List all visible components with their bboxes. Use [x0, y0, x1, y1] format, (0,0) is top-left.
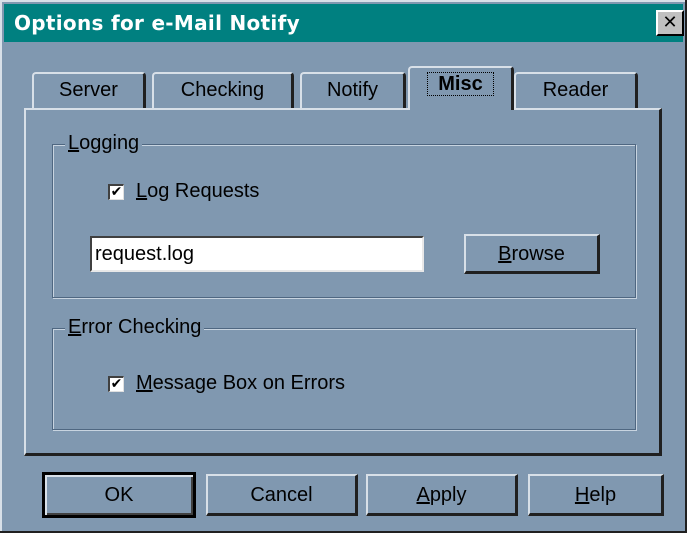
options-dialog: Options for e-Mail Notify ✕ Server Check…	[0, 0, 687, 533]
tab-reader[interactable]: Reader	[514, 72, 638, 108]
log-requests-checkbox[interactable]: ✔	[108, 183, 124, 200]
message-box-label: Message Box on Errors	[136, 372, 345, 394]
title-bar[interactable]: Options for e-Mail Notify ✕	[4, 4, 684, 42]
help-button[interactable]: Help	[528, 474, 664, 516]
error-checking-group-label: Error Checking	[65, 315, 205, 339]
logging-group: Logging	[52, 131, 636, 298]
ok-button[interactable]: OK	[42, 472, 196, 518]
tab-server[interactable]: Server	[32, 72, 146, 108]
tab-misc-label: Misc	[427, 72, 494, 96]
tab-notify[interactable]: Notify	[300, 72, 406, 108]
log-requests-checkbox-row[interactable]: ✔ Log Requests	[108, 180, 259, 203]
tab-server-label: Server	[59, 79, 118, 101]
log-filename-input[interactable]	[90, 236, 424, 272]
tab-misc[interactable]: Misc	[408, 66, 514, 110]
message-box-checkbox-row[interactable]: ✔ Message Box on Errors	[108, 372, 345, 395]
tab-checking-label: Checking	[180, 79, 265, 101]
misc-tab-panel: Logging ✔ Log Requests Browse Error Chec…	[24, 108, 662, 456]
check-mark-icon: ✔	[110, 375, 123, 392]
apply-button[interactable]: Apply	[366, 474, 518, 516]
log-requests-label: Log Requests	[136, 180, 260, 202]
browse-button[interactable]: Browse	[464, 234, 600, 274]
check-mark-icon: ✔	[110, 183, 123, 200]
message-box-checkbox[interactable]: ✔	[108, 375, 124, 392]
logging-group-label: Logging	[65, 131, 143, 155]
tab-checking[interactable]: Checking	[152, 72, 294, 108]
window-title: Options for e-Mail Notify	[14, 11, 300, 35]
close-icon: ✕	[662, 12, 678, 33]
tab-notify-label: Notify	[326, 79, 379, 101]
cancel-button[interactable]: Cancel	[206, 474, 358, 516]
tab-reader-label: Reader	[542, 79, 609, 101]
close-button[interactable]: ✕	[656, 10, 684, 36]
